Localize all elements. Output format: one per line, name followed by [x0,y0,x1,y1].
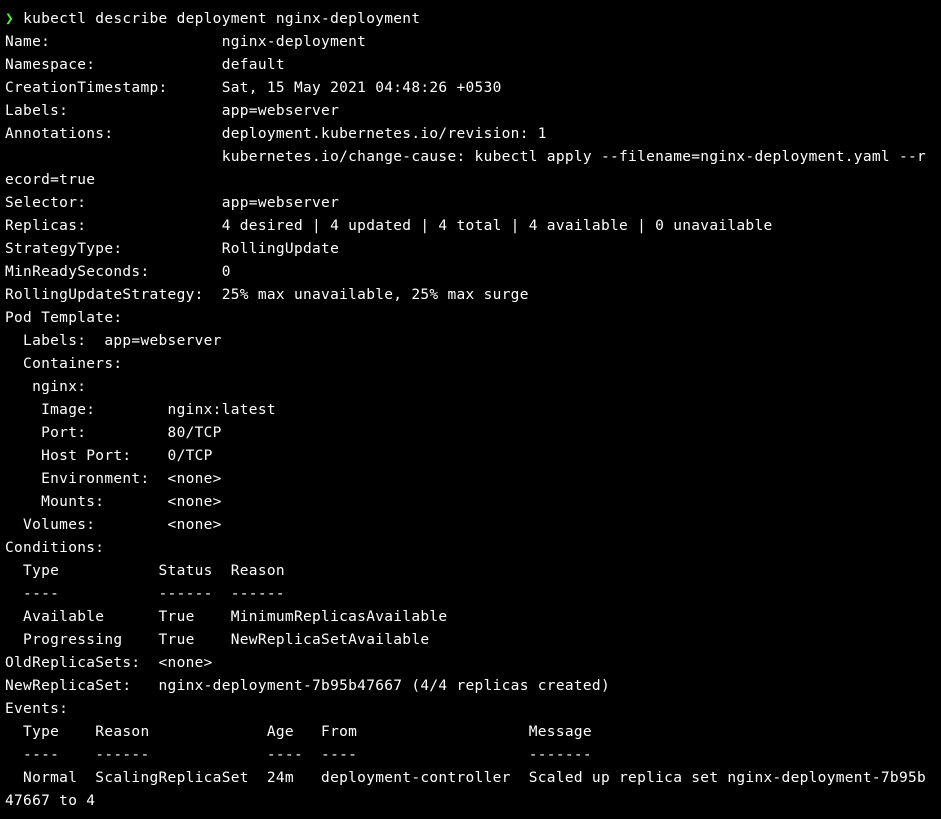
terminal-output: Name: nginx-deployment Namespace: defaul… [5,34,926,809]
prompt-symbol: ❯ [5,11,14,27]
command-text: kubectl describe deployment nginx-deploy… [23,11,420,27]
